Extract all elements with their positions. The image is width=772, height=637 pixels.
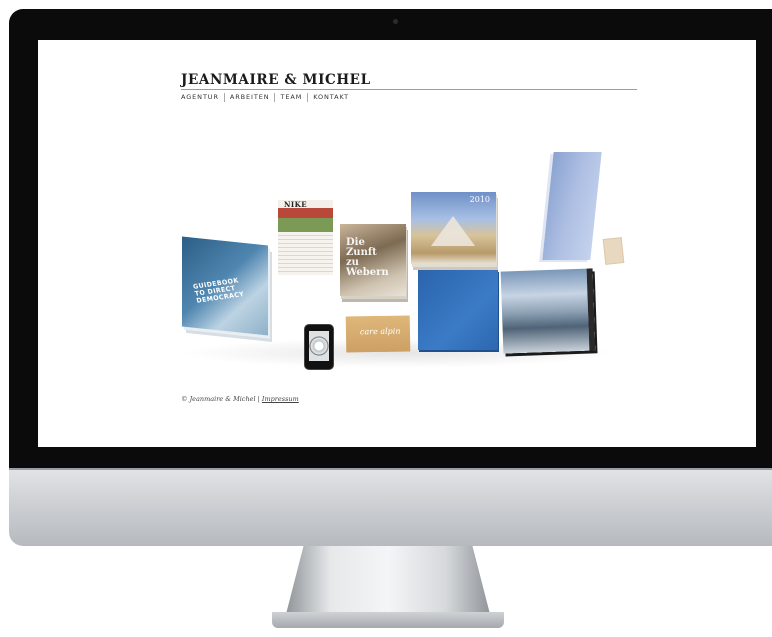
chin-edge [9, 468, 772, 470]
nike-magazine-stack: NIKE [278, 200, 333, 275]
nike-cover: NIKE [278, 200, 333, 232]
care-alpin-logo: care alpin [359, 326, 401, 337]
portfolio-showcase-image: GUIDEBOOK TO DIRECT DEMOCRACY NIKE Die Z… [178, 140, 625, 375]
site-footer: © Jeanmaire & Michel | Impressum [181, 395, 299, 403]
main-nav: AGENTUR ARBEITEN TEAM KONTAKT [181, 93, 354, 102]
smartphone-screen [309, 331, 329, 361]
annual-report-2010: 2010 [411, 192, 496, 264]
blue-folder-brochure [542, 152, 602, 260]
blue-book [418, 270, 498, 350]
camera-dot [393, 19, 398, 24]
nav-item-kontakt[interactable]: KONTAKT [307, 93, 354, 102]
nike-label: NIKE [284, 200, 308, 209]
guidebook-title: GUIDEBOOK TO DIRECT DEMOCRACY [192, 276, 246, 305]
nav-item-team[interactable]: TEAM [274, 93, 307, 102]
monitor-chin [9, 468, 772, 546]
site-logo[interactable]: JEANMAIRE & MICHEL [181, 72, 371, 88]
small-card [602, 237, 625, 265]
smartphone [304, 324, 334, 370]
guidebook-direct-democracy: GUIDEBOOK TO DIRECT DEMOCRACY [182, 236, 268, 336]
copyright-text: © Jeanmaire & Michel [181, 395, 256, 403]
impressum-link[interactable]: Impressum [262, 395, 299, 403]
zunft-title: Die Zunft zu Webern [346, 237, 389, 278]
browser-screen: JEANMAIRE & MICHEL AGENTUR ARBEITEN TEAM… [38, 40, 756, 447]
zunft-book: Die Zunft zu Webern [340, 224, 406, 296]
glacier-photo-book [500, 268, 596, 354]
pyramid-graphic [431, 216, 475, 246]
header-rule [181, 89, 637, 90]
nav-item-arbeiten[interactable]: ARBEITEN [223, 93, 275, 102]
monitor-stand [285, 546, 491, 618]
report-year: 2010 [469, 195, 490, 204]
nav-item-agentur[interactable]: AGENTUR [181, 93, 224, 102]
care-alpin-card: care alpin [345, 315, 411, 353]
monitor-foot [272, 612, 504, 628]
